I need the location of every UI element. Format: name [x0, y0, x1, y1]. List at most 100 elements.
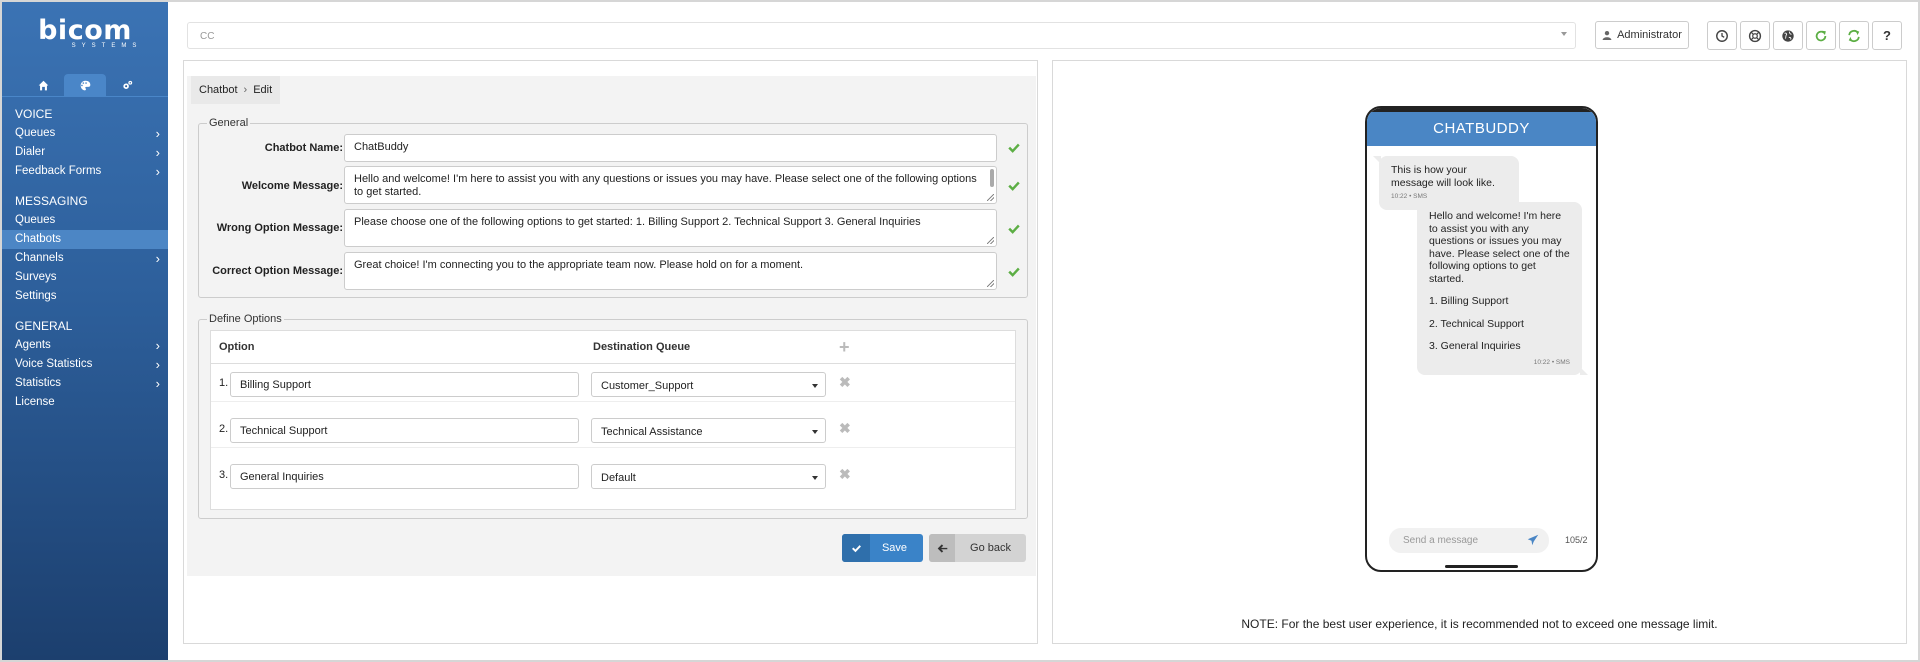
table-row: 1. Billing Support Customer_Support ✖: [211, 364, 1015, 402]
save-button-label: Save: [881, 542, 908, 554]
chevron-right-icon: ›: [155, 376, 160, 391]
sidebar-item-settings[interactable]: Settings: [2, 287, 168, 306]
sidebar-item-dialer[interactable]: Dialer ›: [2, 143, 168, 162]
remove-option-icon[interactable]: ✖: [839, 466, 851, 483]
send-icon[interactable]: [1527, 534, 1539, 546]
option-number: 2.: [219, 423, 229, 435]
go-back-button-label: Go back: [970, 542, 1011, 554]
destination-queue-select[interactable]: Technical Assistance: [591, 418, 826, 443]
remove-option-icon[interactable]: ✖: [839, 374, 851, 391]
welcome-message-value: Hello and welcome! I'm here to assist yo…: [354, 173, 977, 198]
column-option: Option: [219, 341, 255, 353]
welcome-message-textarea[interactable]: Hello and welcome! I'm here to assist yo…: [344, 166, 997, 204]
section-messaging: MESSAGING: [15, 194, 88, 208]
wrong-option-textarea[interactable]: Please choose one of the following optio…: [344, 209, 997, 247]
option-input[interactable]: Technical Support: [230, 418, 579, 443]
chevron-right-icon: ›: [155, 251, 160, 266]
support-button[interactable]: [1740, 21, 1770, 50]
chatbot-name-value: ChatBuddy: [354, 141, 409, 153]
preview-panel: CHATBUDDY This is how your message will …: [1052, 60, 1907, 644]
sidebar-menu: VOICE Queues › Dialer › Feedback Forms › ME…: [2, 104, 168, 412]
sidebar-item-label: Channels: [15, 252, 64, 264]
logo-text: bicom: [38, 15, 132, 46]
phone-preview: CHATBUDDY This is how your message will …: [1365, 106, 1598, 572]
option-value: Technical Support: [240, 425, 328, 437]
destination-queue-select[interactable]: Default: [591, 464, 826, 489]
sidebar-item-voice-statistics[interactable]: Voice Statistics ›: [2, 355, 168, 374]
table-row: 3. General Inquiries Default ✖: [211, 456, 1015, 494]
sidebar-item-label: Feedback Forms: [15, 165, 102, 177]
sidebar-item-statistics[interactable]: Statistics ›: [2, 374, 168, 393]
caret-down-icon: [812, 430, 818, 434]
message-composer[interactable]: Send a message: [1389, 528, 1549, 553]
scrollbar-thumb[interactable]: [990, 169, 994, 187]
queue-value: Customer_Support: [601, 380, 694, 392]
support-icon: [1748, 29, 1762, 42]
resize-handle-icon[interactable]: [987, 280, 994, 287]
sidebar-item-chatbots[interactable]: Chatbots: [2, 230, 168, 249]
chevron-right-icon: ›: [155, 164, 160, 179]
refresh-button[interactable]: [1806, 21, 1836, 50]
check-icon: [842, 534, 870, 562]
correct-option-textarea[interactable]: Great choice! I'm connecting you to the …: [344, 252, 997, 290]
add-option-icon[interactable]: +: [839, 337, 850, 358]
general-legend: General: [207, 117, 251, 129]
outgoing-message-option: 1. Billing Support: [1429, 295, 1509, 307]
sidebar-item-agents[interactable]: Agents ›: [2, 336, 168, 355]
palette-icon: [80, 80, 90, 90]
sidebar-item-license[interactable]: License: [2, 393, 168, 412]
sidebar-item-messaging-queues[interactable]: Queues: [2, 211, 168, 230]
logo[interactable]: bicom SYSTEMS: [2, 15, 168, 50]
breadcrumb: Chatbot › Edit: [191, 76, 281, 104]
user-button[interactable]: Administrator: [1595, 21, 1689, 49]
sidebar: bicom SYSTEMS VOICE Queues › Dialer › Feed…: [2, 2, 168, 660]
sidebar-tabs: [22, 74, 148, 96]
chatbot-name-input[interactable]: ChatBuddy: [344, 134, 997, 162]
section-voice: VOICE: [15, 107, 53, 121]
sidebar-item-label: Statistics: [15, 377, 62, 389]
tab-settings-gears[interactable]: [106, 74, 148, 96]
outgoing-message-meta: 10:22 • SMS: [1533, 358, 1570, 366]
phone-home-bar: [1445, 565, 1518, 568]
go-back-button[interactable]: Go back: [929, 534, 1026, 562]
option-value: Billing Support: [240, 379, 311, 391]
preview-note: NOTE: For the best user experience, it i…: [1241, 617, 1718, 631]
resize-handle-icon[interactable]: [987, 194, 994, 201]
column-destination-queue: Destination Queue: [593, 341, 691, 353]
chat-header: CHATBUDDY: [1367, 112, 1596, 146]
help-button[interactable]: ?: [1872, 21, 1902, 50]
help-icon: ?: [1883, 28, 1891, 43]
option-input[interactable]: Billing Support: [230, 372, 579, 397]
tenant-select[interactable]: CC: [187, 22, 1576, 49]
language-button[interactable]: [1773, 21, 1803, 50]
welcome-message-label: Welcome Message:: [241, 180, 343, 192]
breadcrumb-parent[interactable]: Chatbot: [199, 84, 238, 96]
sidebar-item-feedback-forms[interactable]: Feedback Forms ›: [2, 162, 168, 181]
clock-button[interactable]: [1707, 21, 1737, 50]
user-button-label: Administrator: [1617, 29, 1682, 41]
chevron-right-icon: ›: [155, 145, 160, 160]
caret-down-icon: [812, 476, 818, 480]
sync-icon: [1848, 29, 1860, 42]
save-button[interactable]: Save: [842, 534, 923, 562]
sidebar-item-surveys[interactable]: Surveys: [2, 268, 168, 287]
chatbot-name-label: Chatbot Name:: [264, 142, 343, 154]
breadcrumb-current: Edit: [253, 84, 273, 96]
message-counter: 105/2: [1565, 535, 1588, 545]
sync-button[interactable]: [1839, 21, 1869, 50]
tab-palette[interactable]: [64, 74, 106, 96]
sidebar-item-label: Dialer: [15, 146, 46, 158]
option-input[interactable]: General Inquiries: [230, 464, 579, 489]
correct-option-label: Correct Option Message:: [212, 265, 343, 277]
wrong-option-value: Please choose one of the following optio…: [354, 216, 921, 228]
remove-option-icon[interactable]: ✖: [839, 420, 851, 437]
sidebar-item-label: Surveys: [15, 271, 57, 283]
queue-value: Technical Assistance: [601, 426, 703, 438]
sidebar-item-channels[interactable]: Channels ›: [2, 249, 168, 268]
resize-handle-icon[interactable]: [987, 237, 994, 244]
sidebar-item-voice-queues[interactable]: Queues ›: [2, 124, 168, 143]
tab-home[interactable]: [22, 74, 64, 96]
caret-down-icon: [812, 384, 818, 388]
destination-queue-select[interactable]: Customer_Support: [591, 372, 826, 397]
breadcrumb-separator-icon: ›: [243, 84, 248, 96]
